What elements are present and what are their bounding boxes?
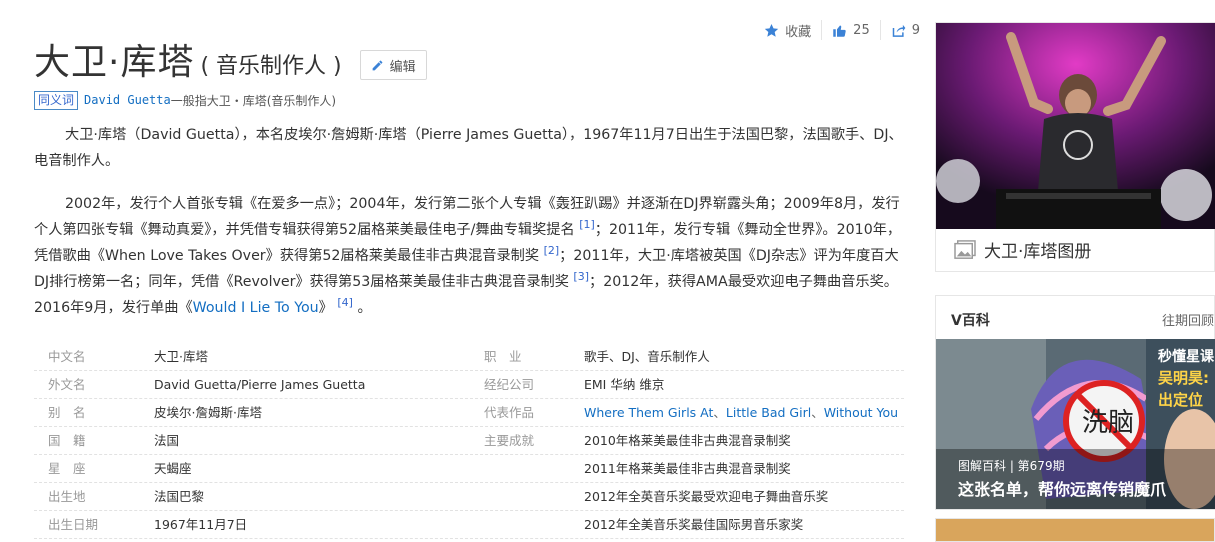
info-row: 中文名 大卫·库塔 职 业 歌手、DJ、音乐制作人 (34, 343, 904, 371)
album-caption[interactable]: 大卫·库塔图册 (954, 237, 1091, 262)
issue-headline[interactable]: 这张名单，帮你远离传销魔爪 (958, 476, 1166, 500)
info-value: 法国 (154, 433, 180, 448)
para2-text-f: 。 (357, 300, 372, 316)
info-row: 国 籍 法国 主要成就 2010年格莱美最佳非古典混音录制奖 (34, 427, 904, 455)
summary-paragraph-1: 大卫·库塔（David Guetta），本名皮埃尔·詹姆斯·库塔（Pierre … (34, 127, 903, 169)
album-caption-text: 大卫·库塔图册 (984, 242, 1092, 262)
past-issues-link[interactable]: 往期回顾 (1162, 310, 1214, 329)
separator: 、 (811, 405, 824, 420)
side-caption-1: 秒懂星课 (1158, 348, 1215, 365)
page-title: 大卫·库塔 (34, 42, 195, 83)
thumbs-up-icon (833, 25, 846, 37)
synonym-link[interactable]: David Guetta (84, 93, 171, 107)
info-value: 2012年全美音乐奖最佳国际男音乐家奖 (584, 517, 804, 532)
info-key: 出生地 (48, 489, 86, 504)
favorite-button[interactable]: 收藏 (754, 20, 823, 40)
info-key (484, 511, 584, 538)
like-count: 25 (853, 22, 870, 38)
info-row: 出生日期 1967年11月7日 2012年全美音乐奖最佳国际男音乐家奖 (34, 511, 904, 539)
share-icon (892, 24, 906, 37)
info-value: 法国巴黎 (154, 489, 205, 504)
reference-4[interactable]: [4] (337, 296, 353, 309)
like-button[interactable]: 25 (822, 20, 881, 40)
sidebar: 大卫·库塔图册 V百科 往期回顾 洗脑 秒懂星课 吴明昊: 出定位 图解百科 |… (935, 0, 1215, 542)
edit-label: 编辑 (389, 59, 416, 75)
info-row: 外文名 David Guetta/Pierre James Guetta 经纪公… (34, 371, 904, 399)
single-link[interactable]: Would I Lie To You (193, 300, 319, 316)
reference-3[interactable]: [3] (573, 270, 589, 283)
synonym-badge: 同义词 (34, 90, 79, 110)
info-key (484, 455, 584, 482)
info-value: 2010年格莱美最佳非古典混音录制奖 (584, 433, 791, 448)
image-gallery-icon (954, 239, 976, 259)
info-key: 星 座 (48, 461, 86, 476)
info-value: Where Them Girls At、Little Bad Girl、With… (584, 399, 904, 426)
info-value: 天蝎座 (154, 461, 192, 476)
info-value: 2011年格莱美最佳非古典混音录制奖 (584, 461, 791, 476)
album-photo[interactable] (936, 23, 1215, 229)
issue-tag: 图解百科 | 第679期 (958, 459, 1065, 473)
info-row: 出生地 法国巴黎 2012年全英音乐奖最受欢迎电子舞曲音乐奖 (34, 483, 904, 511)
info-value: 歌手、DJ、音乐制作人 (584, 349, 710, 364)
v-baike-image[interactable]: 洗脑 秒懂星课 吴明昊: 出定位 图解百科 | 第679期 这张名单，帮你远离传… (936, 339, 1215, 509)
info-row: 别 名 皮埃尔·詹姆斯·库塔 代表作品 Where Them Girls At、… (34, 399, 904, 427)
info-value: 皮埃尔·詹姆斯·库塔 (154, 405, 262, 420)
edit-button[interactable]: 编辑 (359, 50, 427, 80)
info-value: 大卫·库塔 (154, 349, 208, 364)
info-key (484, 483, 584, 510)
title-row: 大卫·库塔 ( 音乐制作人 ) 编辑 (34, 40, 427, 86)
page-subtitle: ( 音乐制作人 ) (200, 54, 342, 79)
work-link[interactable]: Little Bad Girl (726, 405, 811, 420)
v-baike-card: V百科 往期回顾 洗脑 秒懂星课 吴明昊: 出定位 图解百科 | 第679期 这… (935, 295, 1215, 510)
share-count: 9 (911, 22, 920, 38)
side-caption-3: 出定位 (1158, 391, 1203, 409)
favorite-label: 收藏 (785, 24, 812, 40)
info-value: 2012年全英音乐奖最受欢迎电子舞曲音乐奖 (584, 489, 829, 504)
work-link[interactable]: Without You (824, 405, 898, 420)
para2-text-e: 》 (318, 300, 333, 316)
main-content: 收藏 25 9 大卫·库塔 ( 音乐制作人 ) 编辑 同义词 David Gue… (34, 0, 920, 542)
side-caption-2: 吴明昊: (1158, 369, 1209, 387)
info-key: 经纪公司 (484, 377, 535, 392)
work-link[interactable]: Where Them Girls At (584, 405, 713, 420)
star-icon (764, 23, 779, 37)
action-bar: 收藏 25 9 (754, 20, 920, 40)
next-card-preview[interactable] (935, 518, 1215, 542)
info-key: 主要成就 (484, 433, 535, 448)
album-card[interactable]: 大卫·库塔图册 (935, 22, 1215, 272)
info-value: David Guetta/Pierre James Guetta (154, 377, 366, 392)
v-baike-title: V百科 (951, 313, 990, 329)
share-button[interactable]: 9 (881, 20, 920, 40)
info-key: 外文名 (48, 377, 86, 392)
info-key: 别 名 (48, 405, 86, 420)
separator: 、 (713, 405, 726, 420)
info-value: 1967年11月7日 (154, 517, 248, 532)
info-key: 出生日期 (48, 517, 99, 532)
basic-info-table: 中文名 大卫·库塔 职 业 歌手、DJ、音乐制作人 外文名 David Guet… (34, 343, 904, 539)
dj-concert-image (936, 23, 1215, 229)
pencil-icon (372, 60, 382, 70)
summary-paragraph-2: 2002年，发行个人首张专辑《在爱多一点》；2004年，发行第二张个人专辑《轰狂… (34, 191, 904, 321)
synonym-text: 一般指大卫・库塔(音乐制作人) (170, 93, 337, 108)
info-key: 职 业 (484, 349, 522, 364)
info-key: 国 籍 (48, 433, 86, 448)
info-value: EMI 华纳 维京 (584, 377, 665, 392)
reference-2[interactable]: [2] (544, 244, 560, 257)
reference-1[interactable]: [1] (579, 218, 595, 231)
synonym-row: 同义词 David Guetta 一般指大卫・库塔(音乐制作人) (34, 90, 336, 110)
hat-text: 洗脑 (1082, 408, 1134, 438)
info-row: 星 座 天蝎座 2011年格莱美最佳非古典混音录制奖 (34, 455, 904, 483)
info-key: 代表作品 (484, 405, 535, 420)
info-key: 中文名 (48, 349, 86, 364)
